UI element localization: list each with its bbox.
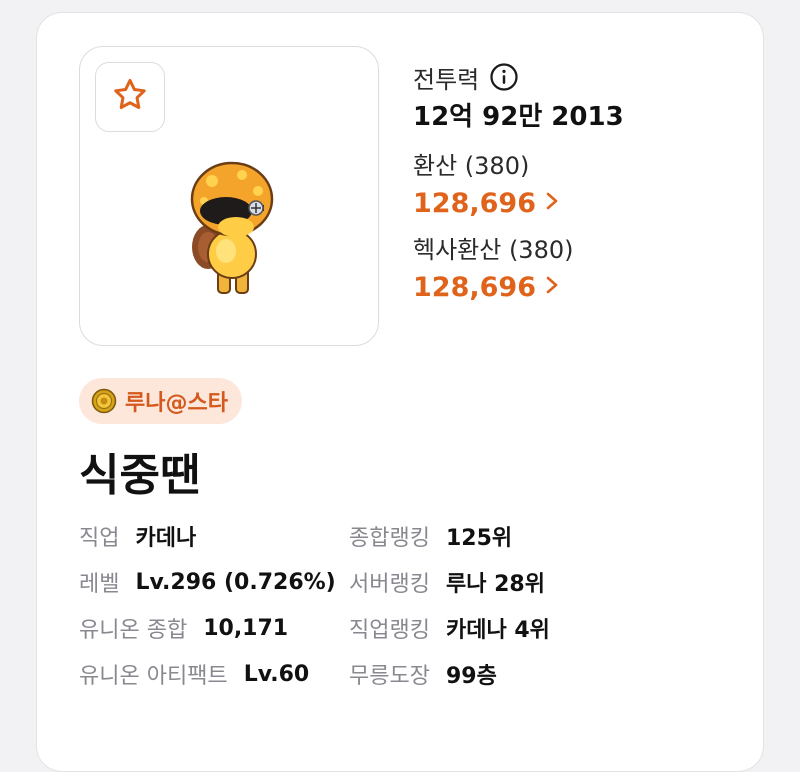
detail-label: 유니온 종합	[79, 618, 188, 643]
detail-label: 직업	[79, 526, 120, 551]
character-sprite	[190, 161, 274, 294]
detail-value: 125위	[445, 526, 513, 551]
character-name: 식중땐	[79, 450, 201, 501]
detail-overall-ranking: 종합랭킹 125위	[349, 520, 512, 552]
power-label: 전투력	[413, 65, 480, 94]
detail-mureung-dojang: 무릉도장 99층	[349, 658, 497, 690]
hexa-conversion-label: 헥사환산 (380)	[413, 235, 574, 264]
detail-row: 레벨 Lv.296 (0.726%) 서버랭킹 루나 28위	[79, 559, 739, 605]
power-label-row: 전투력	[413, 59, 624, 95]
detail-value: Lv.296 (0.726%)	[135, 569, 336, 595]
detail-label: 무릉도장	[349, 664, 430, 689]
power-value: 12억 92만 2013	[413, 102, 624, 132]
detail-label: 레벨	[79, 572, 120, 597]
info-icon[interactable]	[489, 62, 519, 92]
conversion-link[interactable]: 128,696	[413, 181, 624, 227]
detail-value: 루나 28위	[445, 572, 545, 597]
detail-value: 카데나	[135, 526, 197, 551]
detail-label: 종합랭킹	[349, 526, 430, 551]
star-icon	[111, 76, 149, 118]
favorite-button[interactable]	[95, 62, 165, 132]
coin-icon	[91, 388, 117, 414]
detail-union-artifact: 유니온 아티팩트 Lv.60	[79, 658, 349, 690]
detail-value: 카데나 4위	[445, 618, 550, 643]
detail-value: 99층	[445, 664, 497, 689]
detail-value: Lv.60	[243, 661, 310, 687]
character-card: 전투력 12억 92만 2013 환산 (380) 128,696 헥사환산 (…	[36, 12, 764, 772]
detail-union-total: 유니온 종합 10,171	[79, 612, 349, 644]
conversion-value: 128,696	[413, 188, 536, 219]
conversion-label: 환산 (380)	[413, 151, 530, 180]
detail-label: 유니온 아티팩트	[79, 664, 228, 689]
chevron-right-icon	[536, 265, 560, 311]
detail-row: 유니온 종합 10,171 직업랭킹 카데나 4위	[79, 605, 739, 651]
detail-level: 레벨 Lv.296 (0.726%)	[79, 566, 349, 598]
character-avatar-box	[79, 46, 379, 346]
detail-job: 직업 카데나	[79, 520, 349, 552]
character-details: 직업 카데나 종합랭킹 125위 레벨 Lv.296 (0.726%) 서버랭킹…	[79, 513, 739, 697]
power-stats: 전투력 12억 92만 2013 환산 (380) 128,696 헥사환산 (…	[413, 59, 624, 311]
server-badge[interactable]: 루나@스타	[79, 378, 242, 424]
detail-job-ranking: 직업랭킹 카데나 4위	[349, 612, 550, 644]
hexa-conversion-link[interactable]: 128,696	[413, 265, 624, 311]
detail-label: 직업랭킹	[349, 618, 430, 643]
hexa-conversion-value: 128,696	[413, 272, 536, 303]
chevron-right-icon	[536, 181, 560, 227]
detail-row: 유니온 아티팩트 Lv.60 무릉도장 99층	[79, 651, 739, 697]
detail-label: 서버랭킹	[349, 572, 430, 597]
server-name: 루나@스타	[125, 391, 228, 416]
detail-value: 10,171	[203, 615, 289, 641]
detail-server-ranking: 서버랭킹 루나 28위	[349, 566, 545, 598]
detail-row: 직업 카데나 종합랭킹 125위	[79, 513, 739, 559]
